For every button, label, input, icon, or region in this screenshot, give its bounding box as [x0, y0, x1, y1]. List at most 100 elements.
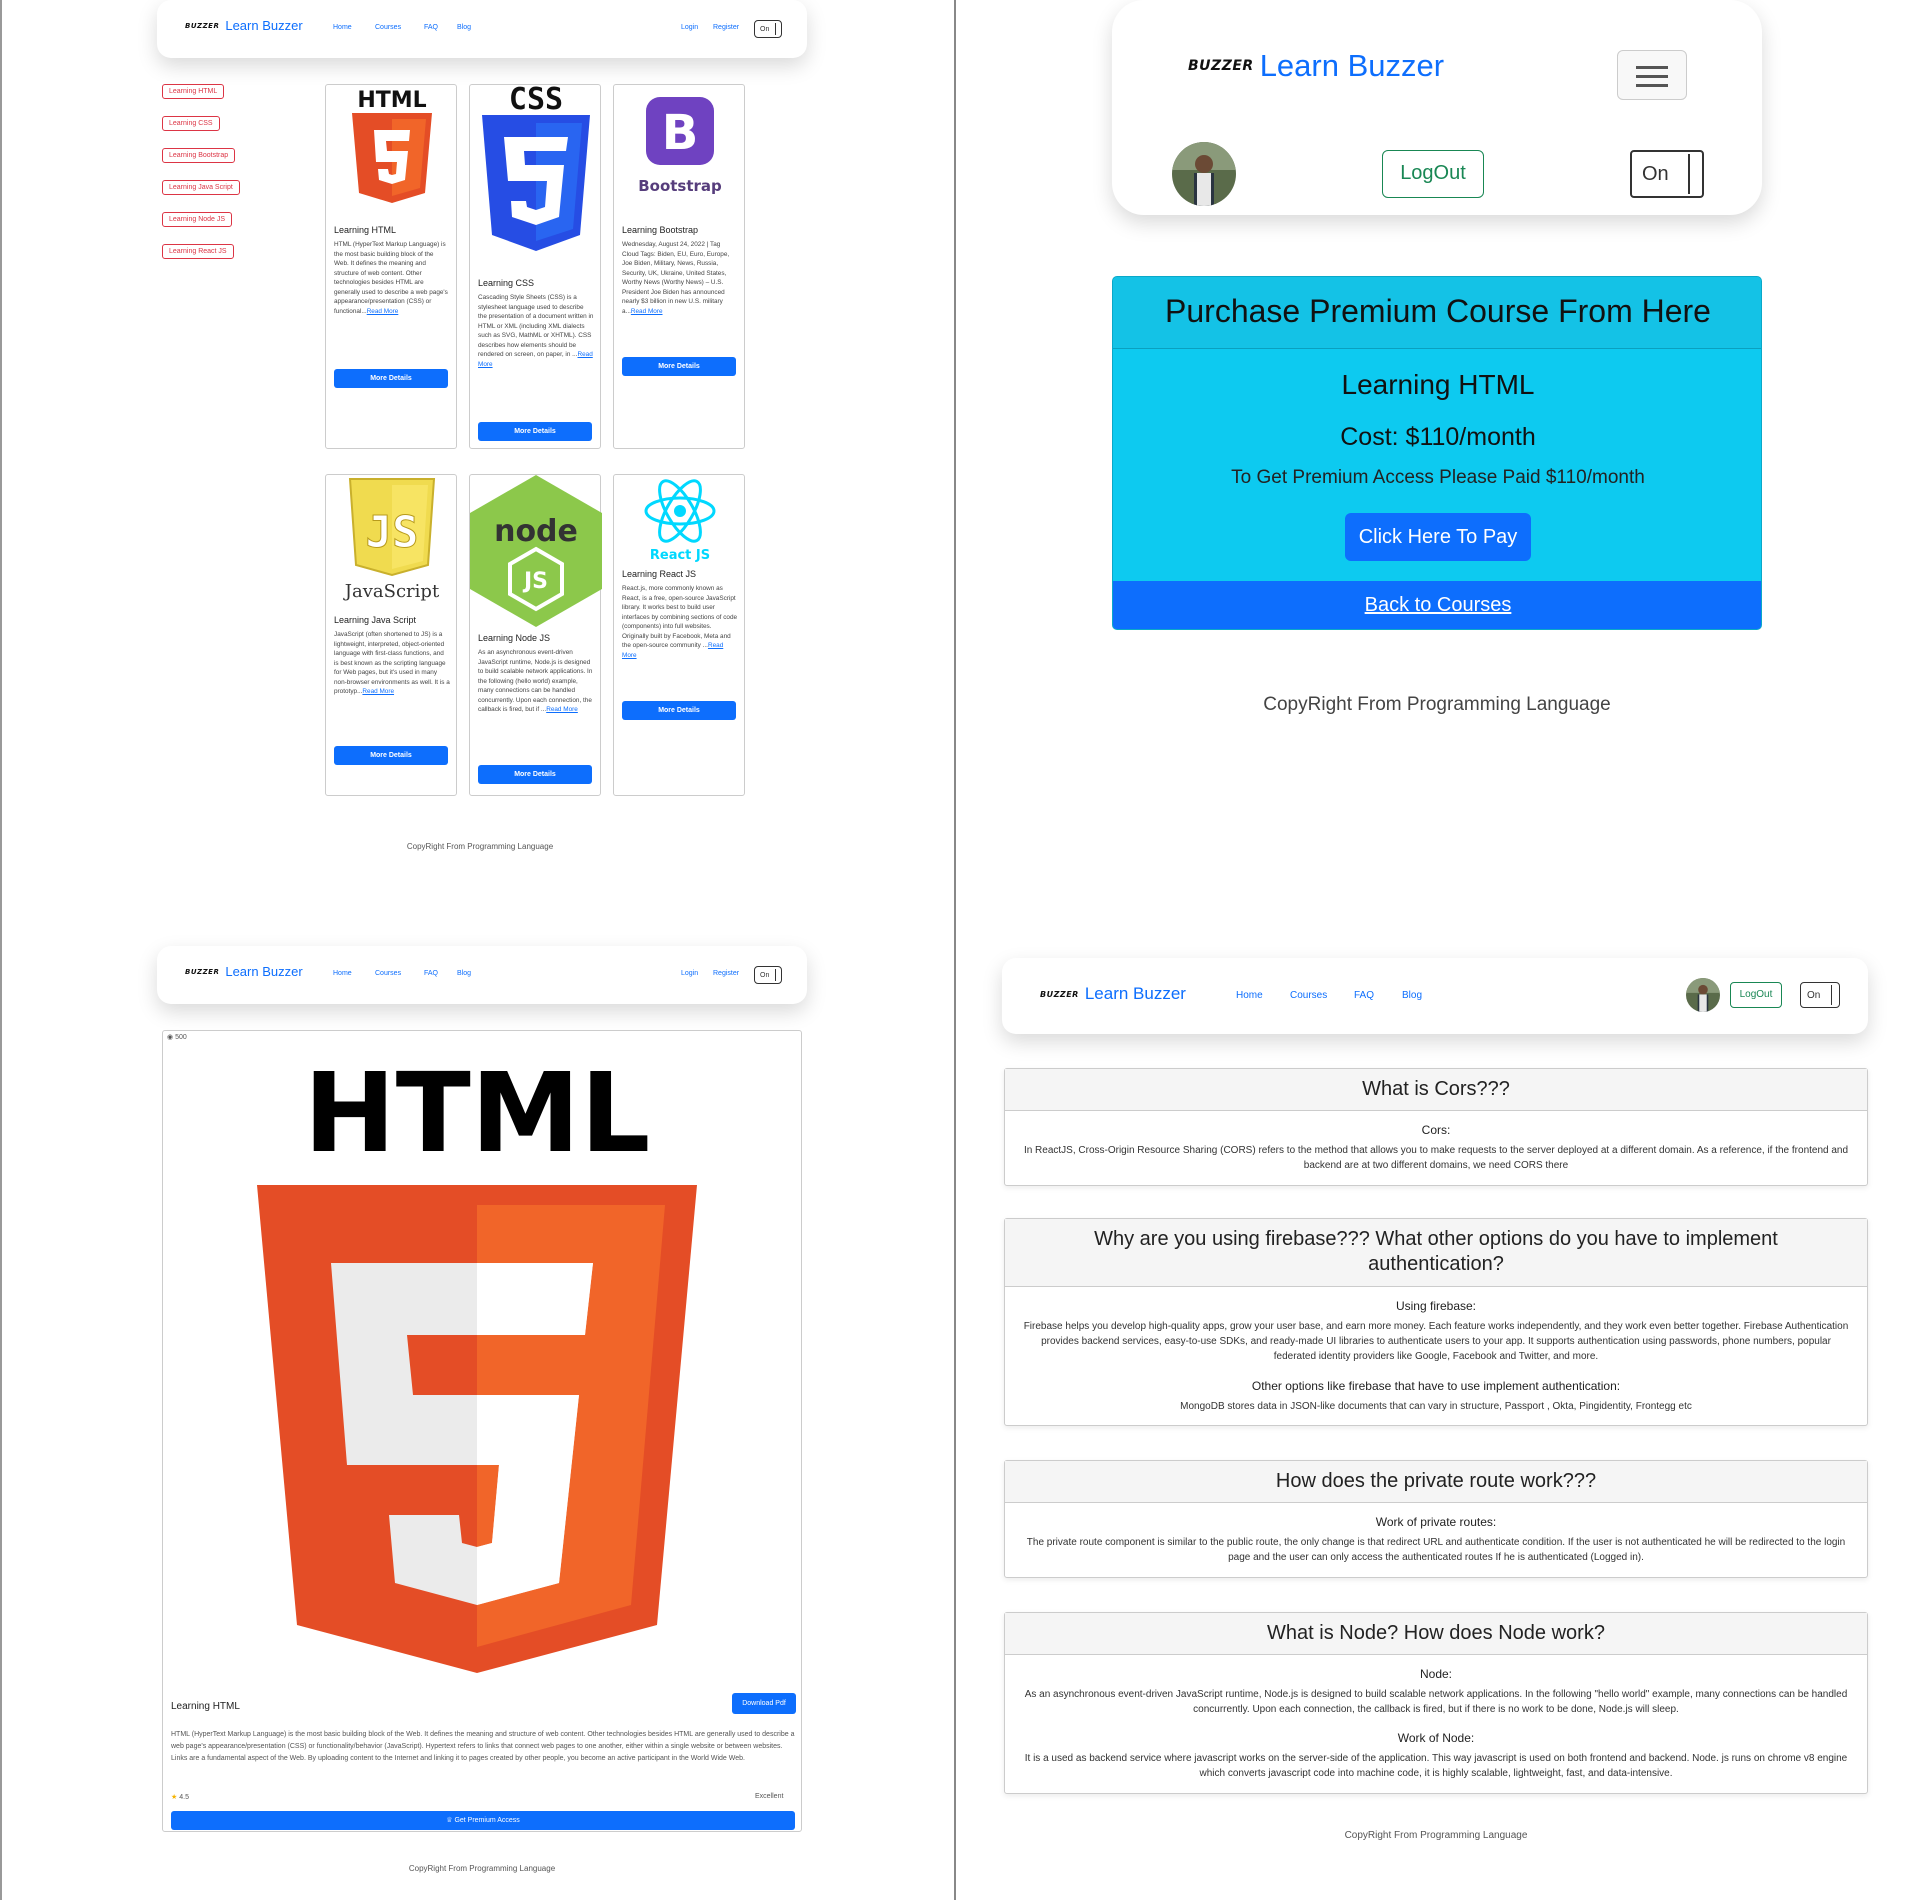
more-details-button[interactable]: More Details — [478, 422, 592, 441]
nav-faq[interactable]: FAQ — [424, 970, 438, 977]
sidebar-item-node[interactable]: Learning Node JS — [162, 212, 233, 227]
more-details-button[interactable]: More Details — [334, 746, 448, 765]
faq-item-cors: What is Cors??? Cors: In ReactJS, Cross-… — [1004, 1068, 1868, 1186]
faq-question: What is Node? How does Node work? — [1005, 1613, 1867, 1655]
brand-mark: BUZZER — [185, 967, 220, 976]
svg-text:JavaScript: JavaScript — [343, 581, 440, 601]
sidebar-item-css[interactable]: Learning CSS — [162, 116, 220, 131]
sidebar-item-react[interactable]: Learning React JS — [162, 244, 234, 259]
html5-large-logo-icon: HTML — [257, 1049, 697, 1673]
course-card-html: HTML Learning HTML HTML (HyperText Marku… — [325, 84, 457, 449]
brand[interactable]: BUZZER Learn Buzzer — [1040, 984, 1186, 1004]
read-more-link[interactable]: Read More — [631, 308, 663, 315]
nav-courses[interactable]: Courses — [375, 970, 401, 977]
svg-text:Bootstrap: Bootstrap — [638, 177, 722, 195]
avatar[interactable] — [1686, 978, 1720, 1012]
download-pdf-button[interactable]: Download Pdf — [732, 1693, 796, 1714]
faq-answer: The private route component is similar t… — [1026, 1537, 1846, 1563]
logout-button[interactable]: LogOut — [1730, 982, 1782, 1008]
crown-icon: ♕ — [446, 1817, 453, 1824]
faq-subheading: Work of Node: — [1397, 1731, 1475, 1745]
toggle-knob — [1688, 154, 1700, 194]
navbar-courses: BUZZER Learn Buzzer Home Courses FAQ Blo… — [157, 0, 807, 58]
brand[interactable]: BUZZER Learn Buzzer — [185, 964, 303, 979]
course-card-css: CSS Learning CSS Cascading Style Sheets … — [469, 84, 601, 449]
read-more-link[interactable]: Read More — [546, 706, 578, 713]
card-description: As an asynchronous event-driven JavaScri… — [478, 649, 593, 713]
toggle-knob — [775, 23, 779, 35]
toggle-knob — [1831, 985, 1837, 1005]
brand-mark: BUZZER — [1040, 989, 1079, 999]
more-details-button[interactable]: More Details — [478, 765, 592, 784]
more-details-button[interactable]: More Details — [622, 357, 736, 376]
course-card-javascript: JS JavaScript Learning Java Script JavaS… — [325, 474, 457, 796]
read-more-link[interactable]: Read More — [362, 688, 394, 695]
theme-toggle[interactable]: On — [1800, 982, 1840, 1008]
logout-button[interactable]: LogOut — [1382, 150, 1484, 198]
get-premium-access-button[interactable]: ♕ Get Premium Access — [171, 1811, 795, 1830]
brand-mark: BUZZER — [185, 21, 220, 30]
nav-home[interactable]: Home — [1236, 990, 1263, 1001]
toggle-label: On — [760, 25, 770, 33]
card-title: Learning Node JS — [478, 633, 551, 643]
course-card-bootstrap: B Bootstrap Learning Bootstrap Wednesday… — [613, 84, 745, 449]
nav-blog[interactable]: Blog — [457, 970, 471, 977]
card-description: HTML (HyperText Markup Language) is the … — [334, 241, 448, 315]
navbar-detail: BUZZER Learn Buzzer Home Courses FAQ Blo… — [157, 946, 807, 1004]
nav-register[interactable]: Register — [713, 24, 739, 31]
avatar[interactable] — [1172, 142, 1236, 206]
premium-header: Purchase Premium Course From Here — [1113, 277, 1761, 349]
hamburger-menu-button[interactable] — [1617, 50, 1687, 100]
faq-subheading: Node: — [1419, 1667, 1453, 1681]
brand[interactable]: BUZZER Learn Buzzer — [1188, 48, 1444, 84]
nav-courses[interactable]: Courses — [375, 24, 401, 31]
faq-item-node: What is Node? How does Node work? Node: … — [1004, 1612, 1868, 1794]
nav-register[interactable]: Register — [713, 970, 739, 977]
faq-answer: Firebase helps you develop high-quality … — [1023, 1321, 1849, 1362]
more-details-button[interactable]: More Details — [622, 701, 736, 720]
svg-text:JS: JS — [522, 569, 548, 594]
nav-home[interactable]: Home — [333, 24, 352, 31]
nav-courses[interactable]: Courses — [1290, 990, 1327, 1001]
read-more-link[interactable]: Read More — [367, 308, 399, 315]
faq-question: Why are you using firebase??? What other… — [1005, 1219, 1867, 1287]
card-description: JavaScript (often shortened to JS) is a … — [334, 631, 450, 695]
rating: ★ 4.5 — [171, 1794, 189, 1801]
footer-courses: CopyRight From Programming Language — [406, 842, 554, 851]
more-details-button[interactable]: More Details — [334, 369, 448, 388]
nav-home[interactable]: Home — [333, 970, 352, 977]
theme-toggle[interactable]: On — [754, 966, 782, 984]
sidebar-item-bootstrap[interactable]: Learning Bootstrap — [162, 148, 236, 163]
brand-mark: BUZZER — [1188, 58, 1254, 74]
nav-login[interactable]: Login — [681, 24, 698, 31]
premium-course-title: Learning HTML — [1341, 369, 1535, 400]
premium-cost: Cost: $110/month — [1340, 423, 1536, 451]
detail-description: HTML (HyperText Markup Language) is the … — [171, 1731, 795, 1762]
card-title: Learning Bootstrap — [622, 225, 699, 235]
svg-text:React JS: React JS — [650, 548, 710, 563]
nav-faq[interactable]: FAQ — [1354, 990, 1374, 1001]
nav-login[interactable]: Login — [681, 970, 698, 977]
sidebar-item-javascript[interactable]: Learning Java Script — [162, 180, 240, 195]
card-title: Learning HTML — [334, 225, 397, 235]
svg-text:CSS: CSS — [509, 85, 563, 117]
brand[interactable]: BUZZER Learn Buzzer — [185, 18, 303, 33]
theme-toggle[interactable]: On — [754, 20, 782, 38]
javascript-logo-icon: JS JavaScript — [343, 478, 440, 601]
sidebar-item-html[interactable]: Learning HTML — [162, 84, 225, 99]
premium-note: To Get Premium Access Please Paid $110/m… — [1231, 467, 1645, 488]
nav-faq[interactable]: FAQ — [424, 24, 438, 31]
toggle-label: On — [760, 971, 770, 979]
faq-answer: It is a used as backend service where ja… — [1024, 1753, 1848, 1779]
nav-blog[interactable]: Blog — [1402, 990, 1422, 1001]
view-count: ◉ 500 — [167, 1034, 187, 1041]
nav-blog[interactable]: Blog — [457, 24, 471, 31]
pay-button[interactable]: Click Here To Pay — [1345, 513, 1531, 561]
detail-title: Learning HTML — [171, 1701, 240, 1712]
theme-toggle[interactable]: On — [1630, 150, 1704, 198]
footer-blog: CopyRight From Programming Language — [1344, 1830, 1528, 1841]
eye-icon: ◉ — [167, 1034, 174, 1041]
svg-text:HTML: HTML — [357, 88, 426, 113]
rating-label: Excellent — [755, 1793, 784, 1800]
back-to-courses-link[interactable]: Back to Courses — [1113, 581, 1761, 629]
